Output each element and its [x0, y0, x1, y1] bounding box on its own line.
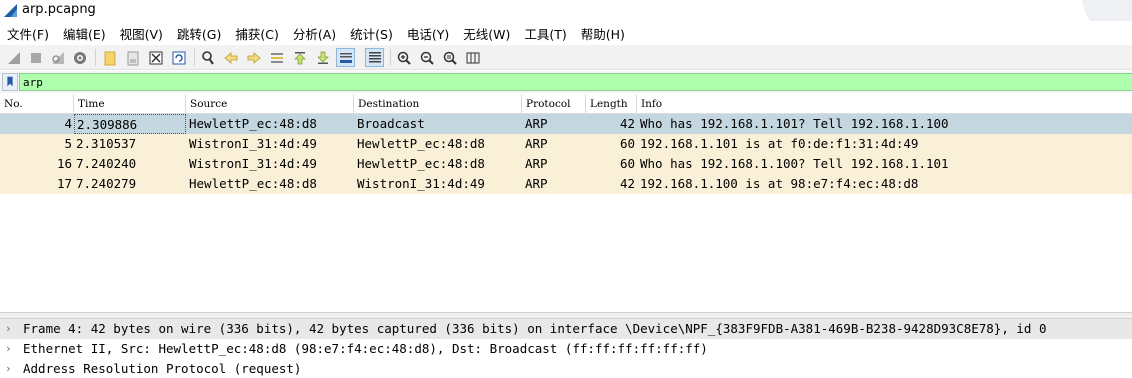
column-header-protocol[interactable]: Protocol: [522, 94, 586, 114]
packet-info: Who has 192.168.1.100? Tell 192.168.1.10…: [640, 156, 949, 171]
packet-length: 60: [619, 136, 635, 151]
wireshark-logo-icon: [4, 4, 17, 17]
packet-time: 7.240279: [76, 176, 137, 191]
packet-protocol: ARP: [525, 156, 548, 171]
toolbar-separator: [194, 49, 195, 66]
packet-source: WistronI_31:4d:49: [189, 136, 317, 151]
main-toolbar: [0, 45, 1132, 70]
packet-time: 2.310537: [76, 136, 137, 151]
go-last-packet-icon[interactable]: [313, 48, 332, 67]
detail-tree-item-arp[interactable]: › Address Resolution Protocol (request): [0, 359, 1132, 378]
menu-edit[interactable]: 编辑(E): [60, 24, 109, 43]
menu-statistics[interactable]: 统计(S): [347, 24, 396, 43]
filter-bookmark-icon[interactable]: [2, 73, 18, 91]
display-filter-input[interactable]: [19, 73, 1132, 91]
packet-destination: HewlettP_ec:48:d8: [357, 156, 485, 171]
column-header-source[interactable]: Source: [186, 94, 354, 114]
go-back-arrow-icon[interactable]: [221, 48, 240, 67]
menu-analyze[interactable]: 分析(A): [290, 24, 339, 43]
window-title: arp.pcapng: [22, 2, 96, 17]
zoom-out-icon[interactable]: [417, 48, 436, 67]
menu-view[interactable]: 视图(V): [117, 24, 166, 43]
packet-details: › Frame 4: 42 bytes on wire (336 bits), …: [0, 319, 1132, 378]
stop-square-icon[interactable]: [26, 48, 45, 67]
toolbar-separator: [390, 49, 391, 66]
packet-list-header: No. Time Source Destination Protocol Len…: [0, 94, 1132, 114]
menu-telephony[interactable]: 电话(Y): [404, 24, 452, 43]
restart-fin-icon[interactable]: [48, 48, 67, 67]
menu-wireless[interactable]: 无线(W): [460, 24, 513, 43]
packet-source: WistronI_31:4d:49: [189, 156, 317, 171]
title-bar: arp.pcapng: [0, 0, 1132, 40]
packet-protocol: ARP: [525, 136, 548, 151]
detail-tree-item-ethernet[interactable]: › Ethernet II, Src: HewlettP_ec:48:d8 (9…: [0, 339, 1132, 359]
packet-protocol: ARP: [525, 116, 548, 131]
packet-destination: WistronI_31:4d:49: [357, 176, 485, 191]
packet-protocol: ARP: [525, 176, 548, 191]
detail-text: Ethernet II, Src: HewlettP_ec:48:d8 (98:…: [23, 341, 708, 356]
expand-arrow-icon[interactable]: ›: [5, 319, 12, 339]
go-first-packet-icon[interactable]: [290, 48, 309, 67]
detail-text: Address Resolution Protocol (request): [23, 361, 302, 376]
reload-icon[interactable]: [169, 48, 188, 67]
autoscroll-icon[interactable]: [336, 48, 355, 67]
search-magnifier-icon[interactable]: [198, 48, 217, 67]
packet-row[interactable]: 17 7.240279 HewlettP_ec:48:d8 WistronI_3…: [0, 174, 1132, 194]
colorize-icon[interactable]: [365, 48, 384, 67]
packet-row[interactable]: 16 7.240240 WistronI_31:4d:49 HewlettP_e…: [0, 154, 1132, 174]
column-header-time[interactable]: Time: [74, 94, 186, 114]
packet-list: No. Time Source Destination Protocol Len…: [0, 94, 1132, 312]
packet-row[interactable]: 4 2.309886 HewlettP_ec:48:d8 Broadcast A…: [0, 114, 1132, 134]
zoom-in-icon[interactable]: [394, 48, 413, 67]
toolbar-separator: [95, 49, 96, 66]
menu-bar: 文件(F) 编辑(E) 视图(V) 跳转(G) 捕获(C) 分析(A) 统计(S…: [0, 21, 1132, 45]
menu-tools[interactable]: 工具(T): [521, 24, 569, 43]
packet-no: 5: [64, 136, 72, 151]
expand-arrow-icon[interactable]: ›: [5, 359, 12, 378]
packet-destination: HewlettP_ec:48:d8: [357, 136, 485, 151]
detail-tree-item-frame[interactable]: › Frame 4: 42 bytes on wire (336 bits), …: [0, 319, 1132, 339]
resize-columns-icon[interactable]: [463, 48, 482, 67]
column-header-destination[interactable]: Destination: [354, 94, 522, 114]
packet-time: 2.309886: [74, 114, 186, 134]
packet-info: 192.168.1.101 is at f0:de:f1:31:4d:49: [640, 136, 919, 151]
packet-info: Who has 192.168.1.101? Tell 192.168.1.10…: [640, 116, 949, 131]
packet-length: 42: [619, 116, 635, 131]
column-header-length[interactable]: Length: [586, 94, 637, 114]
close-file-icon[interactable]: [146, 48, 165, 67]
expand-arrow-icon[interactable]: ›: [5, 339, 12, 359]
column-header-info[interactable]: Info: [637, 94, 1132, 114]
packet-no: 4: [64, 116, 72, 131]
pane-splitter[interactable]: [0, 312, 1132, 319]
open-folder-icon[interactable]: [100, 48, 119, 67]
packet-source: HewlettP_ec:48:d8: [189, 116, 317, 131]
menu-capture[interactable]: 捕获(C): [232, 24, 281, 43]
packet-length: 42: [619, 176, 635, 191]
display-filter-bar: [0, 71, 1132, 93]
column-header-no[interactable]: No.: [0, 94, 74, 114]
packet-destination: Broadcast: [357, 116, 425, 131]
detail-text: Frame 4: 42 bytes on wire (336 bits), 42…: [23, 321, 1047, 336]
go-forward-arrow-icon[interactable]: [244, 48, 263, 67]
file-save-icon[interactable]: [123, 48, 142, 67]
packet-time: 7.240240: [76, 156, 137, 171]
packet-length: 60: [619, 156, 635, 171]
go-to-packet-icon[interactable]: [267, 48, 286, 67]
capture-options-gear-icon[interactable]: [70, 48, 89, 67]
menu-go[interactable]: 跳转(G): [174, 24, 224, 43]
packet-no: 17: [56, 176, 72, 191]
shark-fin-start-icon[interactable]: [4, 48, 23, 67]
zoom-normal-icon[interactable]: [440, 48, 459, 67]
menu-help[interactable]: 帮助(H): [578, 24, 628, 43]
menu-file[interactable]: 文件(F): [4, 24, 52, 43]
packet-source: HewlettP_ec:48:d8: [189, 176, 317, 191]
packet-info: 192.168.1.100 is at 98:e7:f4:ec:48:d8: [640, 176, 919, 191]
packet-row[interactable]: 5 2.310537 WistronI_31:4d:49 HewlettP_ec…: [0, 134, 1132, 154]
packet-no: 16: [56, 156, 72, 171]
